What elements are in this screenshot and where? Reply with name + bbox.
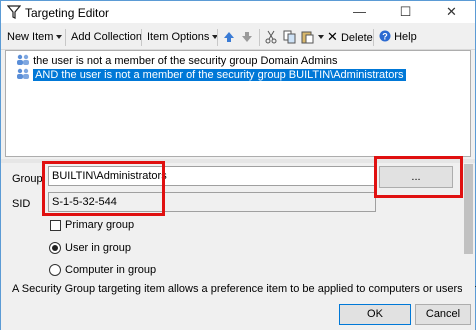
toolbar: New Item Add Collection Item Options ✕ D… <box>1 25 475 50</box>
filter-icon <box>7 5 21 19</box>
paste-icon[interactable] <box>301 30 314 44</box>
browse-group-button[interactable]: ... <box>379 166 453 188</box>
close-button[interactable]: ✕ <box>429 1 474 23</box>
user-in-group-label: User in group <box>65 242 132 254</box>
user-group-icon <box>17 54 29 65</box>
tree-item-label: AND the user is not a member of the secu… <box>33 69 406 81</box>
svg-text:?: ? <box>382 32 388 42</box>
toolbar-separator <box>259 29 260 46</box>
copy-icon[interactable] <box>283 30 296 44</box>
toolbar-separator <box>217 29 218 46</box>
primary-group-checkbox[interactable] <box>50 220 61 231</box>
maximize-icon: ☐ <box>399 4 412 19</box>
window-title: Targeting Editor <box>25 6 110 20</box>
ok-button[interactable]: OK <box>339 304 411 325</box>
computer-in-group-label: Computer in group <box>65 264 157 276</box>
minimize-button[interactable]: — <box>337 1 382 23</box>
item-options-button[interactable]: Item Options <box>147 29 219 45</box>
help-label: Help <box>394 31 417 43</box>
tree-item-builtin-administrators[interactable]: AND the user is not a member of the secu… <box>16 68 406 82</box>
tree-item-label: the user is not a member of the security… <box>33 55 338 67</box>
add-collection-button[interactable]: Add Collection <box>71 29 142 45</box>
user-group-icon <box>17 68 29 79</box>
description-text: A Security Group targeting item allows a… <box>12 283 476 295</box>
help-button[interactable]: ? Help <box>379 29 417 45</box>
group-label: Group <box>12 173 43 185</box>
toolbar-separator <box>65 29 66 46</box>
close-icon: ✕ <box>446 4 457 19</box>
new-item-button[interactable]: New Item <box>7 29 63 45</box>
targeting-items-tree: the user is not a member of the security… <box>5 50 471 157</box>
toolbar-separator <box>373 29 374 46</box>
computer-in-group-radio[interactable] <box>49 264 61 276</box>
cancel-button[interactable]: Cancel <box>415 304 471 325</box>
move-down-icon[interactable] <box>241 31 253 43</box>
help-icon: ? <box>379 30 391 42</box>
scrollbar-thumb[interactable] <box>464 164 473 254</box>
sid-label: SID <box>12 198 31 210</box>
move-up-icon[interactable] <box>223 31 235 43</box>
delete-label: Delete <box>340 32 373 44</box>
title-bar: Targeting Editor — ☐ ✕ <box>1 1 475 23</box>
dropdown-caret-icon <box>318 35 324 40</box>
dialog-footer: OK Cancel <box>1 295 475 330</box>
cut-icon[interactable] <box>265 30 277 44</box>
sid-field[interactable]: S-1-5-32-544 <box>48 192 376 212</box>
radio-selected-dot <box>52 245 58 251</box>
targeting-editor-window: Targeting Editor — ☐ ✕ New Item Add Coll… <box>0 0 476 330</box>
primary-group-label: Primary group <box>65 219 135 231</box>
dropdown-caret-icon <box>56 35 63 40</box>
paste-dropdown[interactable] <box>315 29 324 45</box>
add-collection-label: Add Collection <box>71 31 142 43</box>
pane-splitter[interactable] <box>1 159 475 163</box>
delete-icon: ✕ <box>327 29 338 44</box>
new-item-label: New Item <box>7 31 54 43</box>
delete-button[interactable]: ✕ Delete <box>327 29 373 45</box>
item-options-label: Item Options <box>147 31 210 43</box>
maximize-button[interactable]: ☐ <box>383 1 428 23</box>
group-field[interactable] <box>48 166 376 186</box>
toolbar-separator <box>141 29 142 46</box>
tree-item-domain-admins[interactable]: the user is not a member of the security… <box>16 54 338 68</box>
minimize-icon: — <box>353 4 366 19</box>
user-in-group-radio[interactable] <box>49 242 61 254</box>
